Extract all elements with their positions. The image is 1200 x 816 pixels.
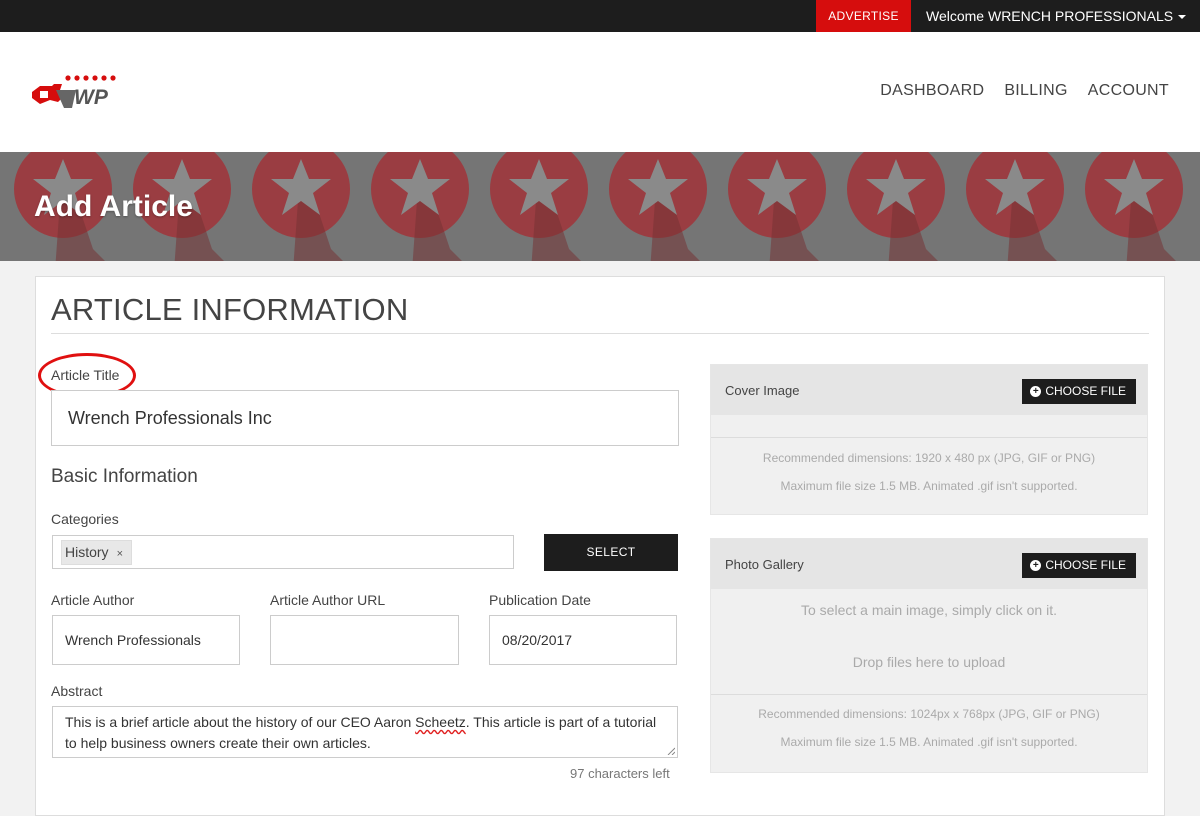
- nav-dashboard[interactable]: DASHBOARD: [880, 82, 984, 100]
- article-title-input[interactable]: Wrench Professionals Inc: [51, 390, 679, 446]
- account-menu[interactable]: Welcome WRENCH PROFESSIONALS: [926, 0, 1187, 32]
- welcome-label: Welcome WRENCH PROFESSIONALS: [926, 8, 1174, 24]
- choose-file-label: CHOOSE FILE: [1045, 384, 1126, 398]
- gallery-divider: [711, 694, 1147, 695]
- cover-divider: [711, 437, 1147, 438]
- author-url-input[interactable]: [270, 615, 459, 665]
- photo-gallery-label: Photo Gallery: [725, 557, 804, 572]
- cover-image-panel: Cover Image + CHOOSE FILE Recommended dim…: [710, 364, 1148, 515]
- choose-file-label: CHOOSE FILE: [1045, 558, 1126, 572]
- top-bar: ADVERTISE Welcome WRENCH PROFESSIONALS: [0, 0, 1200, 32]
- cover-choose-file-button[interactable]: + CHOOSE FILE: [1022, 379, 1136, 404]
- page-title: Add Article: [34, 190, 193, 223]
- article-author-input[interactable]: Wrench Professionals: [52, 615, 240, 665]
- plus-circle-icon: +: [1030, 386, 1042, 397]
- advertise-button[interactable]: ADVERTISE: [816, 0, 911, 32]
- cover-image-label: Cover Image: [725, 383, 800, 398]
- abstract-label: Abstract: [51, 683, 103, 699]
- publication-date-label: Publication Date: [489, 592, 591, 608]
- abstract-textarea[interactable]: This is a brief article about the histor…: [52, 706, 678, 758]
- caret-down-icon: [1178, 15, 1187, 20]
- misspelled-word: Scheetz: [415, 714, 466, 730]
- categories-label: Categories: [51, 511, 119, 527]
- nav-account[interactable]: ACCOUNT: [1088, 82, 1169, 100]
- main-nav: DASHBOARD BILLING ACCOUNT: [880, 82, 1169, 100]
- gallery-choose-file-button[interactable]: + CHOOSE FILE: [1022, 553, 1136, 578]
- photo-gallery-header: Photo Gallery + CHOOSE FILE: [711, 539, 1147, 589]
- category-chip-label: History: [65, 544, 109, 560]
- section-divider: [51, 333, 1149, 334]
- cover-dimensions-note: Recommended dimensions: 1920 x 480 px (J…: [762, 451, 1096, 465]
- cover-image-header: Cover Image + CHOOSE FILE: [711, 365, 1147, 415]
- cover-size-note: Maximum file size 1.5 MB. Animated .gif …: [780, 479, 1078, 493]
- publication-date-input[interactable]: 08/20/2017: [489, 615, 677, 665]
- section-title: ARTICLE INFORMATION: [51, 292, 409, 327]
- nav-billing[interactable]: BILLING: [1004, 82, 1067, 100]
- gallery-dropzone[interactable]: Drop files here to upload: [711, 654, 1147, 670]
- gallery-dimensions-note: Recommended dimensions: 1024px x 768px (…: [758, 707, 1100, 721]
- characters-left-counter: 97 characters left: [570, 766, 670, 781]
- wp-logo[interactable]: WP: [30, 74, 122, 112]
- category-chip: History ×: [61, 540, 132, 565]
- photo-gallery-panel: Photo Gallery + CHOOSE FILE To select a m…: [710, 538, 1148, 773]
- logo-text: WP: [74, 86, 109, 109]
- gallery-select-hint: To select a main image, simply click on …: [801, 602, 1057, 618]
- plus-circle-icon: +: [1030, 560, 1042, 571]
- basic-information-heading: Basic Information: [51, 466, 198, 487]
- select-category-button[interactable]: SELECT: [544, 534, 678, 571]
- remove-chip-icon[interactable]: ×: [117, 548, 123, 560]
- resize-handle-icon[interactable]: [667, 747, 675, 755]
- article-author-label: Article Author: [51, 592, 135, 608]
- gallery-size-note: Maximum file size 1.5 MB. Animated .gif …: [780, 735, 1078, 749]
- author-url-label: Article Author URL: [270, 592, 386, 608]
- abstract-text-part1: This is a brief article about the histor…: [65, 714, 416, 730]
